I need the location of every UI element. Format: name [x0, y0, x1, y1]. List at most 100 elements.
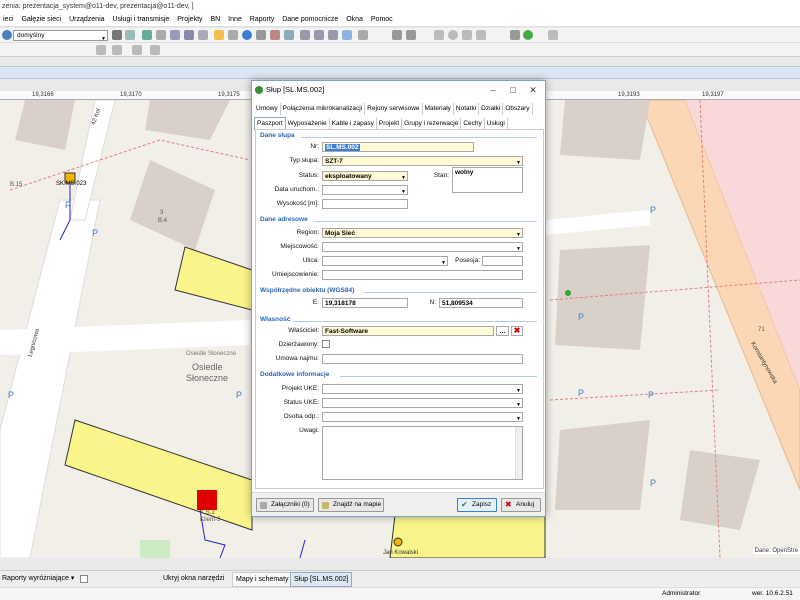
copy-icon[interactable] [156, 30, 166, 40]
circle-icon[interactable] [448, 30, 458, 40]
dzierzawiony-checkbox[interactable] [322, 340, 330, 348]
wysokosc-field[interactable] [322, 199, 408, 209]
menu-item-dane-pomocnicze[interactable]: Dane pomocnicze [282, 16, 338, 23]
ruler-icon[interactable] [342, 30, 352, 40]
chain-icon[interactable] [112, 45, 122, 55]
section-dane-adresowe: Dane adresowe [260, 216, 308, 223]
wlasciciel-field[interactable]: Fast-Software [322, 326, 494, 336]
bracket-icon[interactable] [300, 30, 310, 40]
measure-icon[interactable] [228, 30, 238, 40]
pencil-icon[interactable] [96, 45, 106, 55]
search-icon[interactable] [2, 30, 12, 40]
osoba-select[interactable]: ▼ [322, 412, 523, 422]
refresh-icon[interactable] [548, 30, 558, 40]
browse-button[interactable]: … [496, 326, 509, 336]
n-coordinate-field[interactable]: 51,809534 [439, 298, 523, 308]
zoom-select-icon[interactable] [284, 30, 294, 40]
copy2-icon[interactable] [462, 30, 472, 40]
tab-polaczenia[interactable]: Połączenia mikrokanalizacji [281, 103, 366, 115]
projekt-uke-select[interactable]: ▼ [322, 384, 523, 394]
umowa-field[interactable] [322, 354, 523, 364]
style-combo[interactable]: domyślny ▼ [13, 30, 108, 42]
pan-icon[interactable] [358, 30, 368, 40]
menu-item-raporty[interactable]: Raporty [250, 16, 275, 23]
rect-icon[interactable] [476, 30, 486, 40]
dialog-titlebar[interactable]: Słup [SL.MS.002] – □ ✕ [252, 81, 545, 99]
save-button[interactable]: ✔ Zapisz [457, 498, 497, 512]
tab-dzialki[interactable]: Działki [479, 103, 504, 115]
ulica-select[interactable]: ▼ [322, 256, 448, 266]
menu-item-okna[interactable]: Okna [346, 16, 363, 23]
tab-umowy[interactable]: Umowy [254, 103, 281, 115]
main-toolbar [0, 28, 800, 43]
route-icon[interactable] [270, 30, 280, 40]
chart-icon[interactable] [142, 30, 152, 40]
box-icon[interactable] [256, 30, 266, 40]
menu-item-uslugi[interactable]: Usługi i transmisje [112, 16, 169, 23]
bracket2-icon[interactable] [314, 30, 324, 40]
typ-select[interactable]: SZT-7 ▼ [322, 156, 523, 166]
chevron-down-icon: ▼ [516, 388, 521, 394]
tab-materialy[interactable]: Materiały [423, 103, 454, 115]
section-divider [314, 221, 537, 222]
clear-icon[interactable]: ✖ [511, 326, 523, 336]
status-uke-select[interactable]: ▼ [322, 398, 523, 408]
hide-tools-button[interactable]: Ukryj okna narzędzi [163, 571, 224, 587]
grid-icon[interactable] [184, 30, 194, 40]
tab-slup[interactable]: Słup [SL.MS.002] [290, 572, 353, 587]
menu-item-inne[interactable]: Inne [228, 16, 242, 23]
select-icon[interactable] [214, 30, 224, 40]
dzierzawiony-label: Dzierżawiony: [278, 341, 319, 348]
raporty-checkbox[interactable] [80, 575, 88, 583]
add-node-icon[interactable] [392, 30, 402, 40]
dialog-footer: Załączniki (0) Znajdź na mapie ✔ Zapisz ✖… [252, 492, 545, 516]
find-on-map-button[interactable]: Znajdź na mapie [318, 498, 384, 512]
tab-mapy[interactable]: Mapy i schematy [232, 572, 293, 587]
arrow-icon[interactable] [112, 30, 122, 40]
tab-rejony[interactable]: Rejony serwisowe [365, 103, 423, 115]
status-select[interactable]: eksploatowany ▼ [322, 171, 408, 181]
attachments-button[interactable]: Załączniki (0) [256, 498, 314, 512]
miejscowosc-select[interactable]: ▼ [322, 242, 523, 252]
region-select[interactable]: Moja Sieć ▼ [322, 228, 523, 238]
umiejscowienie-field[interactable] [322, 270, 523, 280]
menu-item-urzadzenia[interactable]: Urządzenia [69, 16, 104, 23]
menu-item-galezie[interactable]: Gałęzie sieci [21, 16, 61, 23]
menu-item-pomoc[interactable]: Pomoc [371, 16, 393, 23]
scrollbar[interactable] [515, 427, 522, 479]
stan-field[interactable]: wolny [452, 167, 523, 193]
node-icon[interactable] [510, 30, 520, 40]
raporty-dropdown[interactable]: Raporty wyróżniające ▾ [2, 571, 74, 587]
expand-icon[interactable] [328, 30, 338, 40]
tab-notatki[interactable]: Notatki [454, 103, 480, 115]
parking-label: P [578, 312, 585, 322]
menu-item-sieci[interactable]: ieci [3, 16, 14, 23]
tab-obszary[interactable]: Obszary [503, 103, 533, 115]
uwagi-label: Uwagi: [299, 427, 319, 434]
posesja-field[interactable] [482, 256, 523, 266]
split-icon[interactable] [406, 30, 416, 40]
menu-item-bn[interactable]: BN [210, 16, 220, 23]
minimize-icon[interactable]: – [483, 81, 503, 99]
layer-icon[interactable] [125, 30, 135, 40]
cancel-button[interactable]: ✖ Anuluj [501, 498, 541, 512]
link-icon[interactable] [132, 45, 142, 55]
date-picker[interactable]: ▼ [322, 185, 408, 195]
table-icon[interactable] [170, 30, 180, 40]
close-icon[interactable]: ✕ [523, 81, 543, 99]
cross-icon[interactable] [150, 45, 160, 55]
close-icon[interactable] [434, 30, 444, 40]
ruler-label: 19,3175 [218, 92, 240, 98]
window-title: zenia: prezentacja_system@o11-dev, preze… [0, 0, 800, 13]
ruler-label: 19,3166 [32, 92, 54, 98]
chevron-down-icon: ▼ [516, 160, 521, 166]
globe-icon[interactable] [523, 30, 533, 40]
info-icon[interactable] [242, 30, 252, 40]
uwagi-textarea[interactable] [322, 426, 523, 480]
menu-item-projekty[interactable]: Projekty [177, 16, 202, 23]
maximize-icon[interactable]: □ [503, 81, 523, 99]
table2-icon[interactable] [198, 30, 208, 40]
e-coordinate-field[interactable]: 19,318178 [322, 298, 408, 308]
nr-field[interactable]: SL.MS.002 [322, 142, 474, 152]
parcel-line [549, 389, 721, 401]
